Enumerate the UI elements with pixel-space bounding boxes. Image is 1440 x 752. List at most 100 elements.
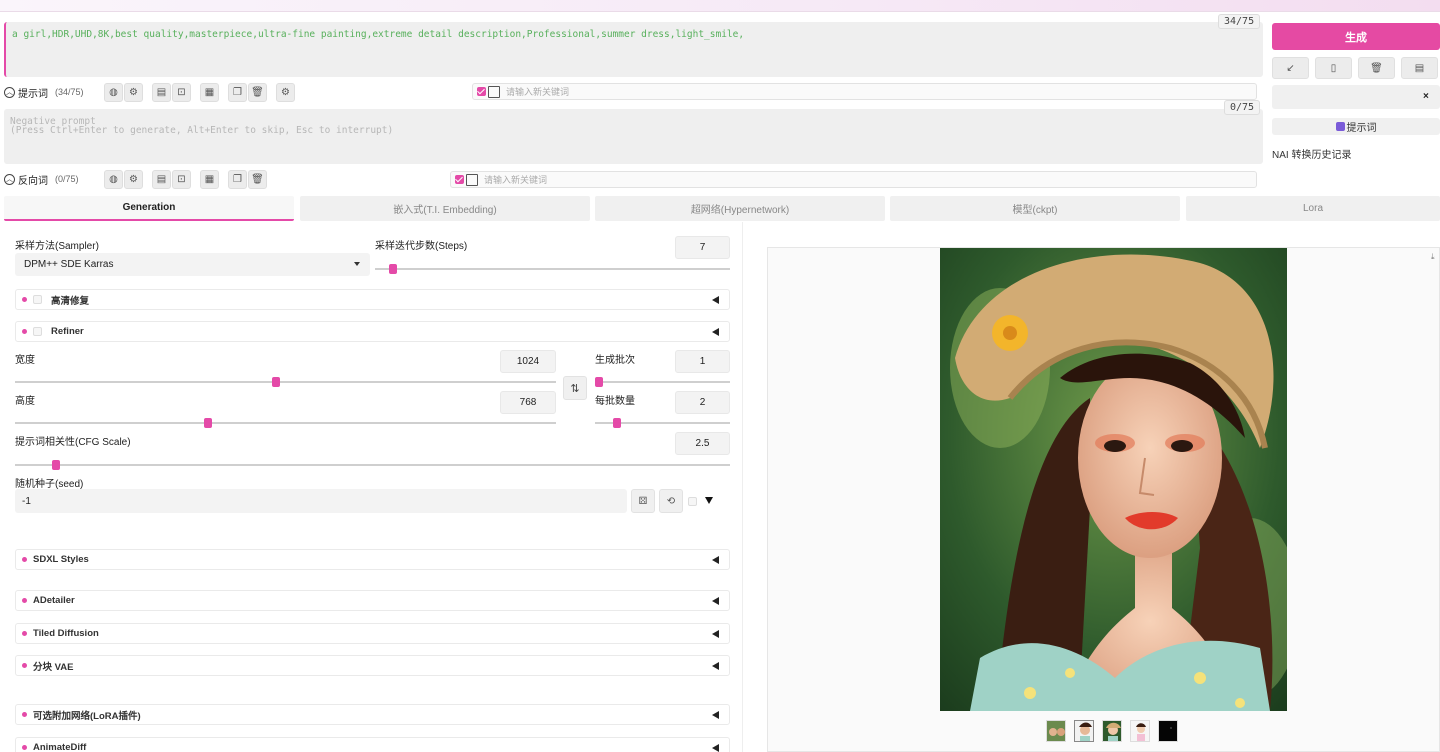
prompt-helper-button[interactable]: 提示词 [1272, 118, 1440, 135]
tab-checkpoint[interactable]: 模型(ckpt) [890, 196, 1180, 221]
thumbnail-2[interactable] [1102, 720, 1122, 742]
sdxl-styles-accordion[interactable]: SDXL Styles [15, 549, 730, 570]
thumbnail-strip [1046, 720, 1178, 742]
triangle-left-icon [712, 296, 719, 304]
batch-count-input[interactable]: 1 [675, 350, 730, 373]
dice-icon[interactable]: ⚄ [631, 489, 655, 513]
text-icon[interactable]: ▦ [200, 82, 219, 102]
arrow-down-left-icon[interactable]: ↙ [1272, 57, 1309, 79]
prompt-textarea[interactable]: a girl,HDR,UHD,8K,best quality,masterpie… [4, 22, 1263, 77]
dot-icon [22, 631, 27, 636]
thumbnail-1[interactable] [1074, 720, 1094, 742]
width-slider-thumb[interactable] [272, 377, 280, 387]
prompt-toggle[interactable]: ︿ 提示词 (34/75) [4, 85, 104, 100]
triangle-left-icon [712, 662, 719, 670]
adetailer-accordion[interactable]: ADetailer [15, 590, 730, 611]
negative-prompt-textarea[interactable]: Negative prompt (Press Ctrl+Enter to gen… [4, 109, 1263, 164]
animatediff-accordion[interactable]: AnimateDiff [15, 737, 730, 752]
copy-icon[interactable]: ❐ [228, 169, 247, 189]
steps-slider-thumb[interactable] [389, 264, 397, 274]
copy-icon[interactable]: ❐ [228, 82, 247, 102]
prompt-helper-label: 提示词 [1346, 123, 1377, 134]
globe-icon[interactable]: ◍ [104, 82, 123, 102]
trash-icon[interactable]: 🗑 [248, 169, 267, 189]
batch-size-slider-thumb[interactable] [613, 418, 621, 428]
settings-icon[interactable]: ⚙ [276, 82, 295, 102]
negative-keyword-checkbox[interactable] [455, 175, 464, 184]
generated-image[interactable] [940, 248, 1287, 711]
height-input[interactable]: 768 [500, 391, 556, 414]
width-slider[interactable] [15, 377, 556, 387]
height-slider[interactable] [15, 418, 556, 428]
extra-seed-checkbox[interactable] [688, 497, 697, 506]
batch-count-slider[interactable] [595, 377, 730, 387]
clear-styles-button[interactable]: × [1423, 91, 1429, 102]
globe-icon[interactable]: ◍ [104, 169, 123, 189]
sampler-value: DPM++ SDE Karras [24, 259, 114, 270]
recycle-icon[interactable]: ⟲ [659, 489, 683, 513]
clipboard-icon[interactable]: ▤ [1401, 57, 1438, 79]
triangle-left-icon [712, 597, 719, 605]
styles-dropdown[interactable] [1272, 85, 1440, 109]
seed-input[interactable]: -1 [15, 489, 627, 513]
bookmark-icon[interactable]: ⊡ [172, 82, 191, 102]
steps-input[interactable]: 7 [675, 236, 730, 259]
refiner-checkbox[interactable] [33, 327, 42, 336]
thumbnail-3[interactable] [1130, 720, 1150, 742]
paste-icon[interactable]: ▯ [1315, 57, 1352, 79]
gear-icon[interactable]: ⚙ [124, 169, 143, 189]
tab-lora[interactable]: Lora [1186, 196, 1440, 221]
tiled-diffusion-accordion[interactable]: Tiled Diffusion [15, 623, 730, 644]
hires-fix-checkbox[interactable] [33, 295, 42, 304]
prompt-keyword-input[interactable]: 请输入新关键词 [472, 83, 1257, 100]
batch-size-slider[interactable] [595, 418, 730, 428]
triangle-left-icon [712, 328, 719, 336]
hires-fix-accordion[interactable]: 高清修复 [15, 289, 730, 310]
thumbnail-4[interactable] [1158, 720, 1178, 742]
generate-button[interactable]: 生成 [1272, 23, 1440, 50]
steps-slider[interactable] [375, 264, 730, 274]
book-icon[interactable] [488, 85, 500, 98]
swap-dimensions-button[interactable]: ⇅ [563, 376, 587, 400]
download-icon[interactable]: ⤓ [1431, 252, 1440, 262]
width-input[interactable]: 1024 [500, 350, 556, 373]
additional-networks-accordion[interactable]: 可选附加网络(LoRA插件) [15, 704, 730, 725]
dot-icon [22, 329, 27, 334]
width-label: 宽度 [15, 355, 35, 366]
batch-count-slider-thumb[interactable] [595, 377, 603, 387]
sampler-select[interactable]: DPM++ SDE Karras [15, 253, 370, 276]
bookmark-icon[interactable]: ⊡ [172, 169, 191, 189]
main-tabs: Generation 嵌入式(T.I. Embedding) 超网络(Hyper… [4, 196, 1440, 221]
dot-icon [22, 663, 27, 668]
cfg-slider-thumb[interactable] [52, 460, 60, 470]
negative-keyword-input[interactable]: 请输入新关键词 [450, 171, 1257, 188]
prompt-keyword-checkbox[interactable] [477, 87, 486, 96]
triangle-down-icon[interactable] [705, 497, 713, 504]
negative-toolbar: ︿ 反向词 (0/75) ◍ ⚙ ▤ ⊡ ▦ ❐ 🗑 [4, 168, 268, 190]
tab-hypernetwork[interactable]: 超网络(Hypernetwork) [595, 196, 885, 221]
steps-label: 采样迭代步数(Steps) [375, 241, 468, 252]
negative-toggle[interactable]: ︿ 反向词 (0/75) [4, 172, 104, 187]
tiled-vae-accordion[interactable]: 分块 VAE [15, 655, 730, 676]
hires-fix-label: 高清修复 [51, 295, 90, 307]
triangle-left-icon [712, 744, 719, 752]
accordion-label: 可选附加网络(LoRA插件) [33, 710, 141, 722]
refiner-accordion[interactable]: Refiner [15, 321, 730, 342]
cfg-input[interactable]: 2.5 [675, 432, 730, 455]
tab-embedding[interactable]: 嵌入式(T.I. Embedding) [300, 196, 590, 221]
document-icon[interactable]: ▤ [152, 82, 171, 102]
height-slider-thumb[interactable] [204, 418, 212, 428]
dot-icon [22, 745, 27, 750]
gear-icon[interactable]: ⚙ [124, 82, 143, 102]
trash-icon[interactable]: 🗑 [1358, 57, 1395, 79]
document-icon[interactable]: ▤ [152, 169, 171, 189]
book-icon[interactable] [466, 173, 478, 186]
triangle-left-icon [712, 711, 719, 719]
tab-generation[interactable]: Generation [4, 196, 294, 221]
cfg-slider[interactable] [15, 460, 730, 470]
dot-icon [22, 712, 27, 717]
trash-icon[interactable]: 🗑 [248, 82, 267, 102]
thumbnail-grid[interactable] [1046, 720, 1066, 742]
batch-size-input[interactable]: 2 [675, 391, 730, 414]
text-icon[interactable]: ▦ [200, 169, 219, 189]
